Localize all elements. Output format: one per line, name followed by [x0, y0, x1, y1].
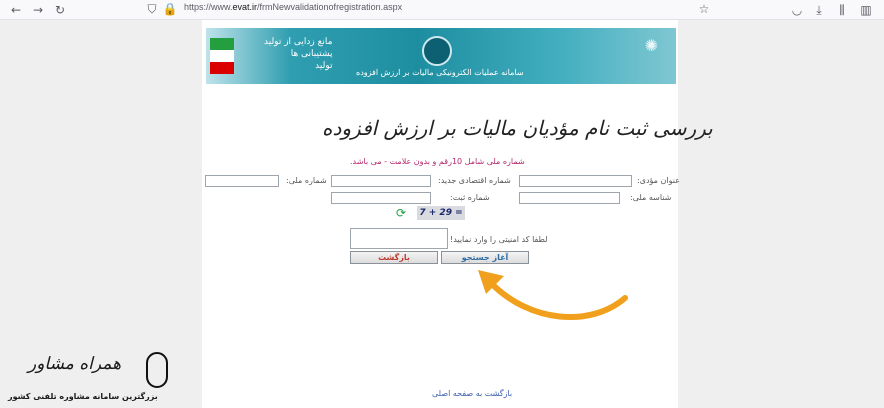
- sidebar-icon[interactable]: ▥: [858, 2, 874, 18]
- organization-emblem-icon: ✺: [644, 36, 658, 55]
- registration-number-input[interactable]: [331, 192, 431, 204]
- watermark-tagline: بزرگترین سامانه مشاوره تلفنی کشور: [8, 392, 158, 401]
- browser-toolbar: ← → ↻ ⛉ 🔒 https://www.evat.ir/frmNewvali…: [0, 0, 884, 20]
- captcha-input[interactable]: [350, 228, 448, 249]
- system-name: سامانه عملیات الکترونیکی مالیات بر ارزش …: [356, 68, 524, 77]
- pointer-arrow-icon: [478, 270, 628, 320]
- url-text[interactable]: https://www.evat.ir/frmNewvalidationofre…: [184, 2, 402, 12]
- page-title: بررسی ثبت نام مؤدیان مالیات بر ارزش افزو…: [322, 116, 713, 140]
- back-icon[interactable]: ←: [8, 2, 24, 18]
- refresh-captcha-icon[interactable]: ⟳: [396, 207, 410, 219]
- advisor-logo-icon: [146, 352, 168, 388]
- lock-icon[interactable]: 🔒: [162, 1, 178, 17]
- national-number-note: شماره ملی شامل 10رقم و بدون علامت - می ب…: [350, 157, 525, 166]
- captcha-image: 7 + 29 =: [417, 206, 465, 220]
- iran-flag-icon: [210, 38, 234, 74]
- watermark-brand: همراه مشاور: [28, 354, 122, 374]
- national-number-label: شماره ملی:: [286, 176, 327, 185]
- tax-logo-icon: [422, 36, 452, 66]
- address-bar[interactable]: ⛉ 🔒 https://www.evat.ir/frmNewvalidation…: [140, 1, 716, 18]
- back-button[interactable]: بازگشت: [350, 251, 438, 264]
- captcha-prompt: لطفا کد امنیتی را وارد نمایید!: [450, 235, 548, 244]
- registration-number-label: شماره ثبت:: [450, 193, 490, 202]
- national-id-input[interactable]: [519, 192, 620, 204]
- national-id-label: شناسه ملی:: [630, 193, 672, 202]
- home-link[interactable]: بازگشت به صفحه اصلی: [432, 389, 512, 398]
- taxpayer-title-label: عنوان مؤدی:: [637, 176, 680, 185]
- national-number-input[interactable]: [205, 175, 279, 187]
- pocket-icon[interactable]: ◡: [789, 2, 805, 18]
- web-page: مانع زدایی از تولید پشتیبانی ها تولید سا…: [202, 20, 713, 408]
- library-icon[interactable]: ⫼: [834, 2, 850, 18]
- forward-icon[interactable]: →: [30, 2, 46, 18]
- reload-icon[interactable]: ↻: [52, 2, 68, 18]
- bookmark-star-icon[interactable]: ☆: [696, 1, 712, 17]
- new-economic-code-label: شماره اقتصادی جدید:: [438, 176, 511, 185]
- shield-icon[interactable]: ⛉: [144, 1, 160, 17]
- taxpayer-title-input[interactable]: [519, 175, 632, 187]
- banner-slogan: مانع زدایی از تولید پشتیبانی ها تولید: [264, 37, 333, 71]
- watermark: همراه مشاور بزرگترین سامانه مشاوره تلفنی…: [0, 346, 200, 408]
- new-economic-code-input[interactable]: [331, 175, 431, 187]
- site-banner: مانع زدایی از تولید پشتیبانی ها تولید سا…: [206, 28, 676, 84]
- download-icon[interactable]: ⤓: [811, 2, 827, 18]
